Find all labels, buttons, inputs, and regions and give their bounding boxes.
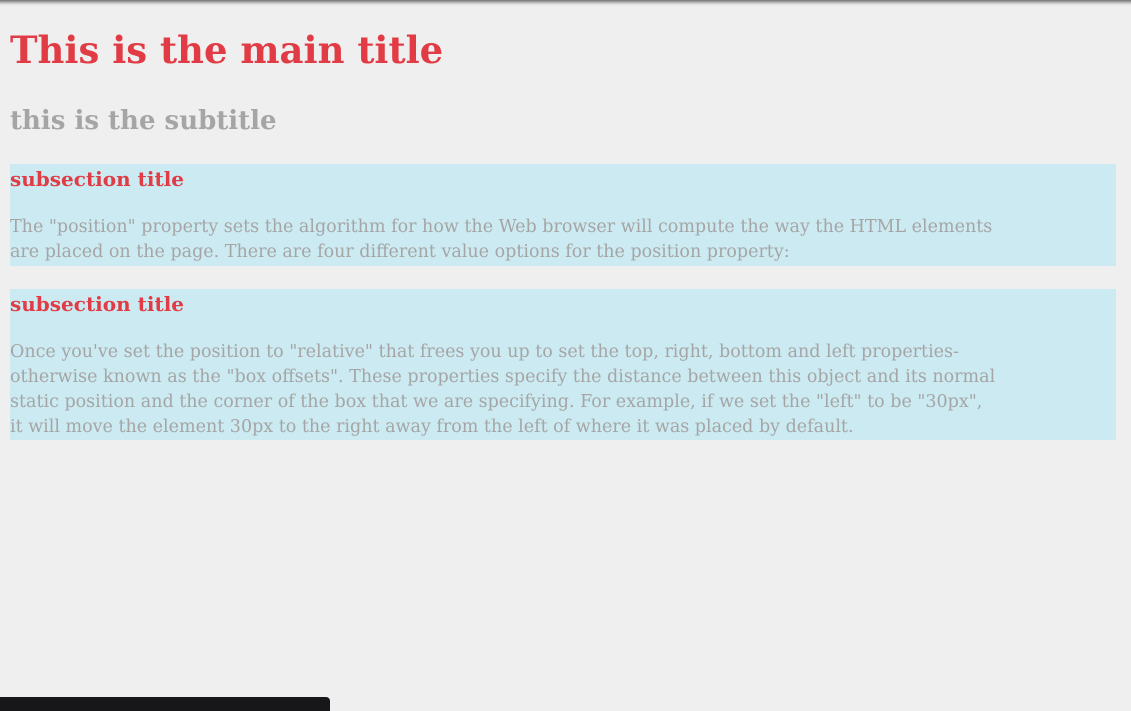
subsection-1: subsection title The "position" property…: [10, 164, 1116, 266]
main-title: This is the main title: [10, 28, 444, 72]
subsection-title: subsection title: [10, 292, 185, 316]
subsection-text: The "position" property sets the algorit…: [10, 217, 993, 262]
subsection-text: Once you've set the position to "relativ…: [10, 342, 996, 437]
subsection-2: subsection title Once you've set the pos…: [10, 289, 1116, 440]
taskbar-overlay: [0, 697, 330, 711]
subtitle: this is the subtitle: [10, 106, 277, 136]
subsection-title: subsection title: [10, 167, 185, 191]
window-top-shadow: [0, 0, 1131, 6]
